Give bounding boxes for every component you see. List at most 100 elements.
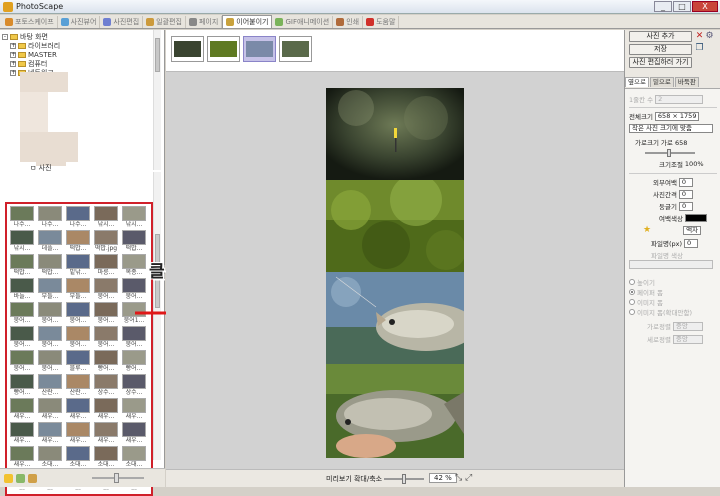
thumbnail-item[interactable]: 상수...: [93, 374, 119, 398]
thumbnail-item[interactable]: 새우...: [121, 398, 147, 422]
thumbnail-item[interactable]: 새우...: [9, 398, 35, 422]
thumbnail-item[interactable]: 빵어...: [121, 350, 147, 374]
tree-scrollbar-thumb[interactable]: [155, 38, 160, 72]
thumbnail-item[interactable]: 소대...: [93, 446, 119, 470]
copy-icon[interactable]: ❐: [695, 44, 704, 53]
tab-8[interactable]: 도움말: [363, 16, 400, 28]
rounding-input[interactable]: 0: [678, 201, 693, 211]
go-edit-button[interactable]: 사진 편집하러 가기: [629, 57, 692, 68]
zoom-value[interactable]: 42 %: [429, 473, 457, 483]
thumbnail-item[interactable]: 새우...: [9, 422, 35, 446]
layout-radio-option[interactable]: 이미지 폼(확대안함): [629, 307, 692, 317]
expand-icon[interactable]: +: [10, 42, 16, 49]
layout-tab-0[interactable]: 옆으로: [625, 77, 649, 87]
thumbnail-item[interactable]: 블루...: [65, 350, 91, 374]
thumbnail-item[interactable]: 붕어...: [93, 278, 119, 302]
tab-0[interactable]: 포토스케이프: [2, 16, 58, 28]
zoom-slider-handle[interactable]: [402, 474, 406, 484]
thumbnail-item[interactable]: 새우...: [37, 422, 63, 446]
thumbnail-item[interactable]: 새우...: [121, 422, 147, 446]
frame-style-field[interactable]: [629, 260, 713, 269]
zoom-slider[interactable]: [384, 474, 424, 484]
thumbnail-item[interactable]: 빵어...: [93, 350, 119, 374]
radio-button[interactable]: [629, 279, 635, 285]
tree-item[interactable]: + 라이브러리: [2, 41, 152, 50]
thumbnail-item[interactable]: 떡밥.jpg: [93, 230, 119, 254]
add-photo-button[interactable]: 사진 추가: [629, 31, 692, 42]
tab-1[interactable]: 사진뷰어: [58, 16, 101, 28]
width-slider[interactable]: [645, 149, 695, 157]
settings-icon[interactable]: ⚙: [705, 32, 714, 41]
expand-icon[interactable]: +: [10, 51, 16, 58]
thumbnail-item[interactable]: 붕어...: [121, 326, 147, 350]
strip-thumbnail[interactable]: [207, 36, 240, 62]
tree-item[interactable]: + MASTER: [2, 50, 152, 59]
layout-tab-2[interactable]: 바둑판: [674, 77, 699, 87]
thumbnail-item[interactable]: 상수...: [121, 374, 147, 398]
halign-select[interactable]: 중앙: [672, 321, 703, 331]
thumbnail-item[interactable]: 붕어...: [9, 326, 35, 350]
frame-line-input[interactable]: 0: [684, 238, 698, 248]
save-button[interactable]: 저장: [629, 44, 692, 55]
thumbnail-item[interactable]: 낚시...: [9, 230, 35, 254]
maximize-button[interactable]: □: [673, 1, 691, 12]
radio-button[interactable]: [629, 299, 635, 305]
strip-thumbnail[interactable]: [171, 36, 204, 62]
photo-green-trees[interactable]: [326, 180, 464, 272]
thumbnail-item[interactable]: 부들...: [37, 278, 63, 302]
thumbnail-item[interactable]: 산란...: [65, 374, 91, 398]
tree-item[interactable]: + 컴퓨터: [2, 59, 152, 68]
tree-item[interactable]: - 바탕 화면: [2, 32, 152, 41]
thumbnail-item[interactable]: 붕어...: [37, 326, 63, 350]
thumbnail-item[interactable]: 새우...: [37, 398, 63, 422]
minimize-button[interactable]: _: [654, 1, 672, 12]
thumbnail-item[interactable]: 새우...: [93, 398, 119, 422]
thumbnail-item[interactable]: 새우...: [65, 422, 91, 446]
tab-5[interactable]: 이어붙이기: [222, 15, 273, 28]
thumbnail-item[interactable]: 목종...: [121, 254, 147, 278]
thumbnail-item[interactable]: 붕어...: [93, 302, 119, 326]
radio-button[interactable]: [629, 309, 635, 315]
thumbnail-item[interactable]: 떡밥...: [121, 230, 147, 254]
thumbnail-item[interactable]: 새우...: [65, 398, 91, 422]
thumbnail-item[interactable]: 빵어...: [9, 374, 35, 398]
width-slider-handle[interactable]: [667, 149, 671, 157]
thumbnail-item[interactable]: 붕어...: [9, 302, 35, 326]
thumbnail-item[interactable]: 붕어...: [37, 350, 63, 374]
thumbnail-item[interactable]: 떡밥...: [9, 254, 35, 278]
thumbnail-item[interactable]: 새우...: [9, 446, 35, 470]
thumbnail-size-slider[interactable]: [92, 473, 144, 483]
thumbnail-item[interactable]: 나수...: [37, 206, 63, 230]
tab-7[interactable]: 인쇄: [333, 16, 364, 28]
photo-fish-in-hand[interactable]: [326, 364, 464, 458]
thumbnail-item[interactable]: 떡밥...: [65, 230, 91, 254]
star-icon[interactable]: [4, 473, 13, 483]
thumbnail-item[interactable]: 낚시...: [121, 206, 147, 230]
thumbnail-item[interactable]: 붕어...: [65, 302, 91, 326]
layout-radio-option[interactable]: 페이퍼 폼: [629, 287, 663, 297]
thumbnail-item[interactable]: 나수...: [9, 206, 35, 230]
radio-button[interactable]: [629, 289, 635, 295]
thumbnail-item[interactable]: 마릉...: [93, 254, 119, 278]
slider-handle[interactable]: [114, 473, 119, 483]
photo-fish-hook[interactable]: [326, 272, 464, 364]
tree-item-partial[interactable]: ㅁ 사진: [30, 163, 52, 172]
expand-icon[interactable]: -: [2, 33, 8, 40]
outer-margin-input[interactable]: 0: [678, 177, 693, 187]
folder-icon[interactable]: [28, 473, 37, 483]
thumbnail-item[interactable]: 산란...: [37, 374, 63, 398]
thumbnail-item[interactable]: 새우...: [93, 422, 119, 446]
refresh-icon[interactable]: [16, 473, 25, 483]
tab-4[interactable]: 페이지: [186, 16, 223, 28]
thumbnail-item[interactable]: 붕어...: [9, 350, 35, 374]
tab-2[interactable]: 사진편집: [100, 16, 144, 28]
columns-select[interactable]: 2: [655, 94, 704, 104]
thumbnail-item[interactable]: 소대...: [37, 446, 63, 470]
strip-thumbnail[interactable]: [243, 36, 276, 62]
layout-radio-option[interactable]: 이미지 폼: [629, 297, 663, 307]
tree-scrollbar[interactable]: [153, 30, 161, 170]
thumbnail-item[interactable]: 소대...: [65, 446, 91, 470]
spacing-input[interactable]: 0: [678, 189, 693, 199]
tab-6[interactable]: GIF애니메이션: [272, 16, 334, 28]
photo-float-bokeh[interactable]: [326, 88, 464, 180]
